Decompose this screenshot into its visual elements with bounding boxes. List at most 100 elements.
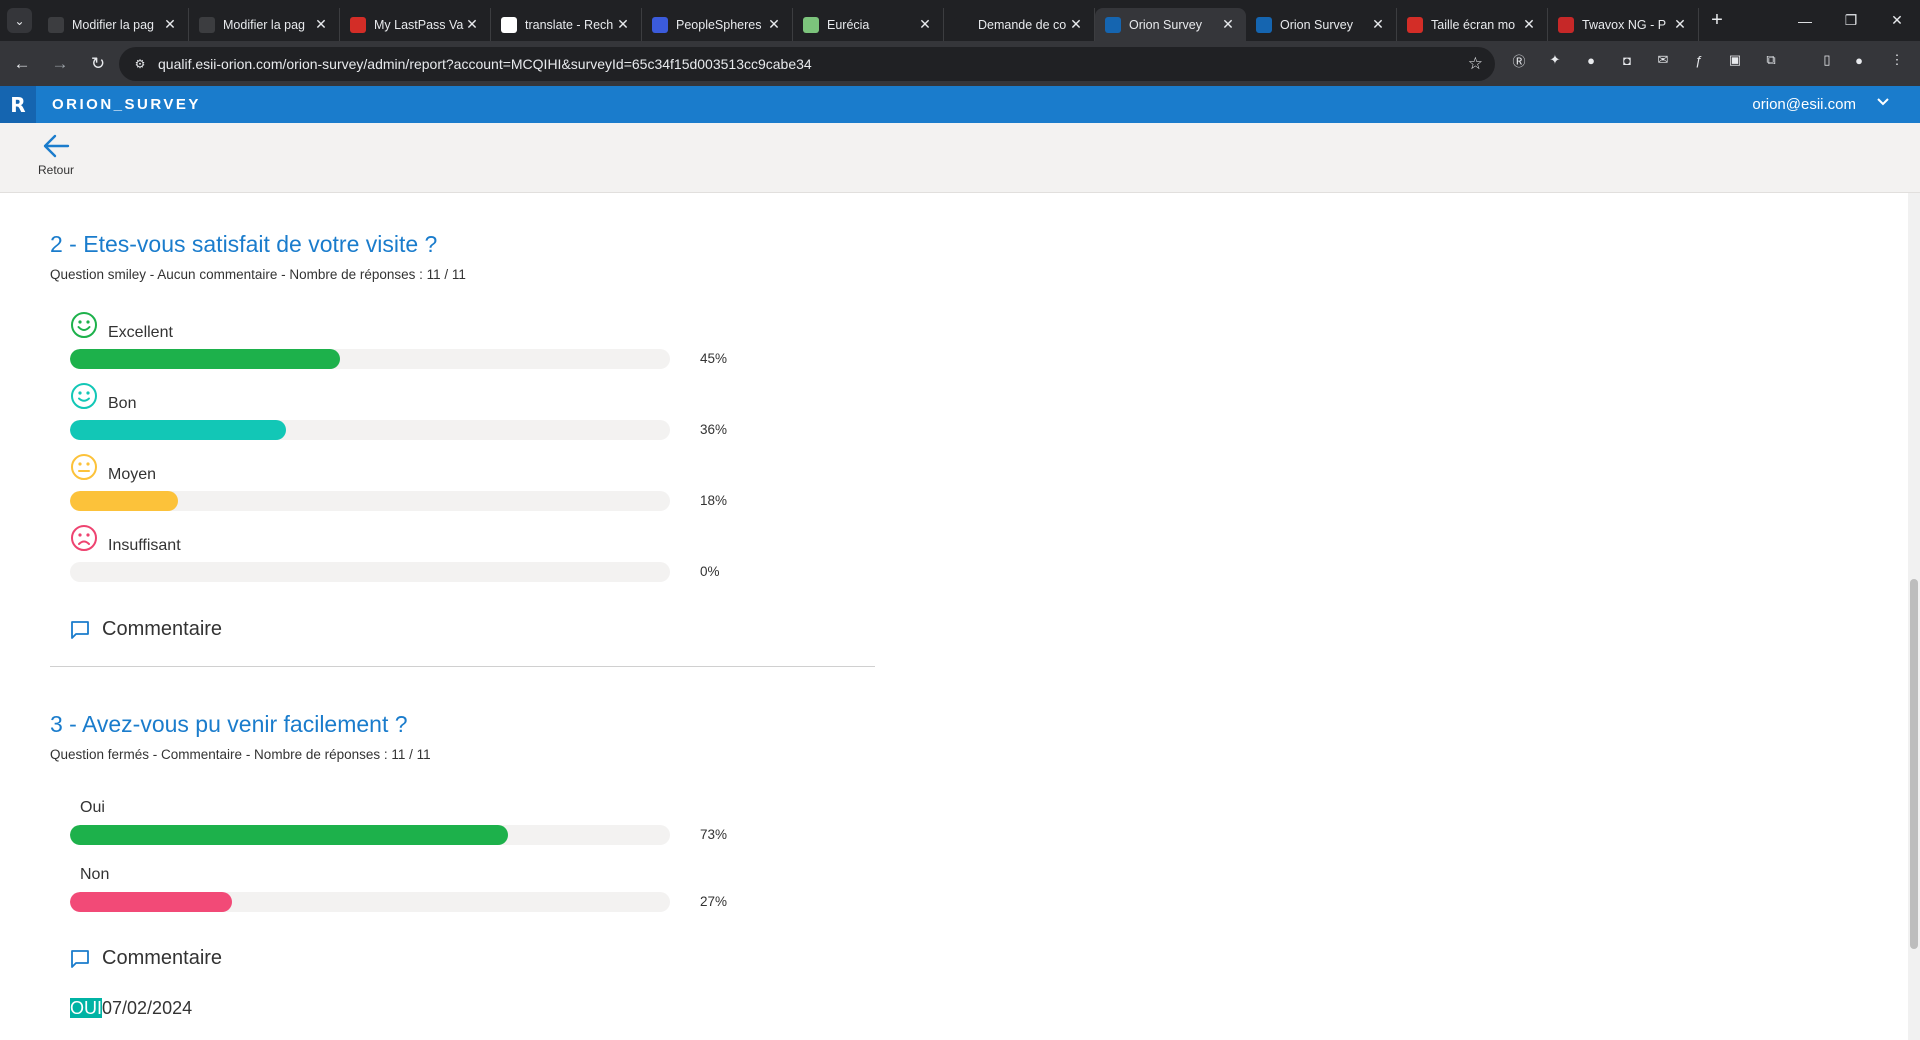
browser-menu-icon[interactable]: ⋮ <box>1886 49 1908 71</box>
browser-tab[interactable]: Eurécia ✕ <box>793 8 944 41</box>
browser-tab[interactable]: Taille écran mo ✕ <box>1397 8 1548 41</box>
app-logo[interactable]: R <box>0 86 36 123</box>
profile-icon[interactable]: ● <box>1848 49 1870 71</box>
extension-mail-icon[interactable]: ✉ <box>1652 49 1674 71</box>
comment-entry: OUI07/02/2024 <box>70 998 192 1019</box>
comment-date: 07/02/2024 <box>102 998 193 1018</box>
report-content: 2 - Etes-vous satisfait de votre visite … <box>0 193 1908 1040</box>
tab-close-icon[interactable]: ✕ <box>917 16 933 33</box>
page-scrollbar[interactable] <box>1908 193 1920 1040</box>
tab-close-icon[interactable]: ✕ <box>1521 16 1537 33</box>
wordpress-icon <box>199 16 215 33</box>
browser-tab[interactable]: Orion Survey ✕ <box>1095 8 1246 41</box>
answer-percent: 36% <box>700 422 728 437</box>
comment-toggle[interactable]: Commentaire <box>70 947 222 970</box>
browser-tab[interactable]: Modifier la pag ✕ <box>38 8 189 41</box>
answer-bar-track <box>70 349 670 369</box>
browser-tab-strip: ⌄ Modifier la pag ✕ Modifier la pag ✕ My Las… <box>0 0 1920 41</box>
extensions-icon[interactable]: ⧉ <box>1760 49 1782 71</box>
tab-close-icon[interactable]: ✕ <box>1370 16 1386 33</box>
eurecia-icon <box>803 16 819 33</box>
tab-title: Orion Survey <box>1129 17 1202 32</box>
tab-close-icon[interactable]: ✕ <box>615 16 631 33</box>
comment-toggle[interactable]: Commentaire <box>70 618 222 641</box>
extension-note-icon[interactable]: ▣ <box>1724 49 1746 71</box>
tab-close-icon[interactable]: ✕ <box>1672 16 1688 33</box>
answer-percent: 45% <box>700 351 728 366</box>
tab-title: Modifier la pag <box>72 17 154 32</box>
user-email[interactable]: orion@esii.com <box>1752 96 1856 113</box>
browser-tab[interactable]: Demande de co ✕ <box>944 8 1095 41</box>
bookmark-star-icon[interactable]: ☆ <box>1468 54 1483 74</box>
tab-title: Eurécia <box>827 17 870 32</box>
wordpress-icon <box>48 16 64 33</box>
section-divider <box>50 666 875 667</box>
tab-close-icon[interactable]: ✕ <box>1068 16 1084 33</box>
back-button[interactable]: Retour <box>30 131 82 177</box>
tab-title: Twavox NG - P <box>1582 17 1667 32</box>
tab-close-icon[interactable]: ✕ <box>313 16 329 33</box>
tab-close-icon[interactable]: ✕ <box>1220 16 1236 33</box>
orion-icon <box>1105 16 1121 33</box>
brand-name: ORION_SURVEY <box>52 96 201 113</box>
answer-percent: 73% <box>700 827 728 842</box>
site-info-icon[interactable]: ⚙ <box>131 55 149 73</box>
chevron-down-icon[interactable] <box>1876 94 1890 111</box>
tab-close-icon[interactable]: ✕ <box>766 16 782 33</box>
esii-icon <box>1558 16 1574 33</box>
answer-label: Oui <box>80 799 105 816</box>
tab-search-button[interactable]: ⌄ <box>7 8 32 33</box>
browser-tab[interactable]: Twavox NG - P ✕ <box>1548 8 1699 41</box>
tab-title: PeopleSpheres <box>676 17 762 32</box>
answer-label: Bon <box>108 395 137 412</box>
answer-label: Non <box>80 866 110 883</box>
tab-close-icon[interactable]: ✕ <box>464 16 480 33</box>
browser-tab[interactable]: My LastPass Va ✕ <box>340 8 491 41</box>
tab-close-icon[interactable]: ✕ <box>162 16 178 33</box>
answer-bar-track <box>70 562 670 582</box>
extension-r-icon[interactable]: Ⓡ <box>1508 49 1530 71</box>
lastpass-icon <box>350 16 366 33</box>
tab-title: Demande de co <box>978 17 1067 32</box>
comment-answer-tag: OUI <box>70 998 103 1018</box>
question-title: 2 - Etes-vous satisfait de votre visite … <box>50 231 438 257</box>
back-nav-icon[interactable]: ← <box>6 48 38 80</box>
back-label: Retour <box>37 163 75 177</box>
tab-title: Taille écran mo <box>1431 17 1516 32</box>
arrow-left-icon <box>43 134 70 158</box>
close-window-icon[interactable]: ✕ <box>1874 0 1920 41</box>
orion-icon <box>1256 16 1272 33</box>
answer-label: Excellent <box>108 324 173 341</box>
browser-tab[interactable]: translate - Rech ✕ <box>491 8 642 41</box>
comment-label: Commentaire <box>102 947 223 969</box>
minimize-icon[interactable]: — <box>1782 0 1828 41</box>
tab-title: Orion Survey <box>1280 17 1353 32</box>
address-bar[interactable]: ⚙ qualif.esii-orion.com/orion-survey/adm… <box>119 47 1495 81</box>
answer-bar-track <box>70 491 670 511</box>
tab-list: Modifier la pag ✕ Modifier la pag ✕ My LastP… <box>38 0 1699 41</box>
extension-formula-icon[interactable]: ƒ <box>1688 49 1710 71</box>
scrollbar-thumb[interactable] <box>1910 579 1918 949</box>
answer-label: Insuffisant <box>108 537 181 554</box>
answer-bar-fill <box>70 892 232 912</box>
peoplespheres-icon <box>652 16 668 33</box>
answer-percent: 0% <box>700 564 720 579</box>
url-text[interactable]: qualif.esii-orion.com/orion-survey/admin… <box>158 56 812 72</box>
answer-percent: 18% <box>700 493 728 508</box>
side-panel-icon[interactable]: ▯ <box>1816 49 1838 71</box>
new-tab-button[interactable]: + <box>1703 7 1731 35</box>
reload-icon[interactable]: ↻ <box>82 48 114 80</box>
extension-color-icon[interactable]: ● <box>1580 49 1602 71</box>
browser-tab[interactable]: Orion Survey ✕ <box>1246 8 1397 41</box>
extension-camera-icon[interactable]: ◘ <box>1616 49 1638 71</box>
smiley-sad-icon <box>71 525 97 551</box>
forward-nav-icon[interactable]: → <box>44 48 76 80</box>
restore-icon[interactable]: ❐ <box>1828 0 1874 41</box>
circle-icon <box>1407 16 1423 33</box>
extension-puzzle-icon[interactable]: ✦ <box>1544 49 1566 71</box>
browser-tab[interactable]: Modifier la pag ✕ <box>189 8 340 41</box>
answer-label: Moyen <box>108 466 157 483</box>
browser-tab[interactable]: PeopleSpheres ✕ <box>642 8 793 41</box>
tab-title: translate - Rech <box>525 17 614 32</box>
smiley-happy-icon <box>71 312 97 338</box>
